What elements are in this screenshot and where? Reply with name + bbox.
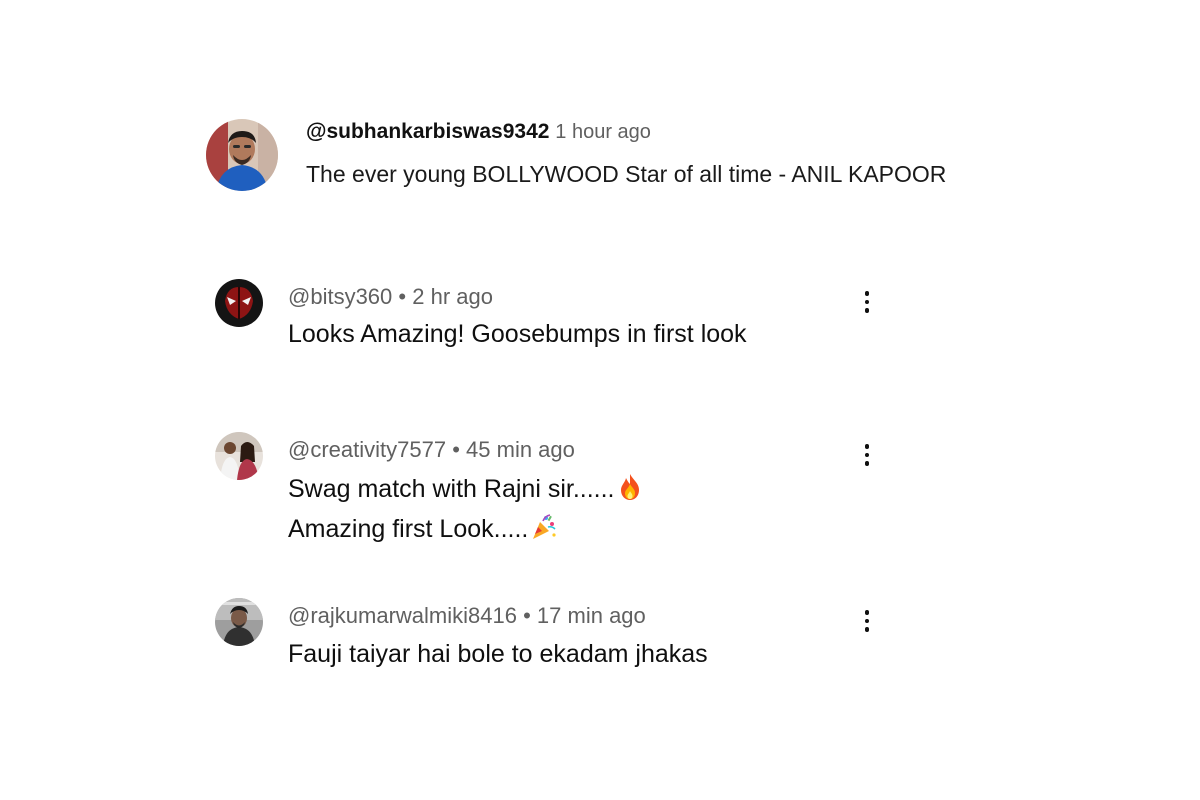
party-popper-emoji-icon (530, 513, 556, 541)
comment-line-2: Amazing first Look..... (288, 515, 529, 543)
comment-text: Looks Amazing! Goosebumps in first look (288, 320, 747, 348)
comment-timestamp[interactable]: 45 min ago (466, 437, 575, 462)
meta-separator: • (398, 284, 407, 309)
comment-author-handle[interactable]: @creativity7577 (288, 437, 446, 462)
kebab-dot (864, 618, 870, 624)
kebab-dot (864, 610, 870, 615)
comment-text-line: Amazing first Look..... (288, 513, 556, 544)
kebab-dot (864, 452, 870, 458)
comment-author-handle[interactable]: @bitsy360 (288, 284, 392, 309)
meta-separator: • (452, 437, 460, 462)
user-avatar[interactable] (206, 119, 278, 191)
comment-meta: @rajkumarwalmiki8416 • 17 min ago (288, 603, 646, 629)
fire-emoji-icon (617, 473, 643, 501)
more-vert-icon[interactable] (855, 440, 879, 470)
user-avatar[interactable] (215, 598, 263, 646)
more-vert-icon[interactable] (855, 606, 879, 636)
kebab-dot (864, 627, 870, 632)
comment-timestamp[interactable]: 1 hour ago (555, 121, 651, 143)
kebab-dot (864, 291, 870, 296)
user-avatar[interactable] (215, 279, 263, 327)
user-avatar[interactable] (215, 432, 263, 480)
comment-author-handle[interactable]: @rajkumarwalmiki8416 (288, 603, 517, 628)
comment-meta: @subhankarbiswas9342 1 hour ago (306, 120, 651, 144)
kebab-dot (864, 299, 870, 305)
more-vert-icon[interactable] (855, 287, 879, 317)
comment-timestamp[interactable]: 17 min ago (537, 603, 646, 628)
comment-text-line: Swag match with Rajni sir...... (288, 473, 643, 504)
comment-meta: @creativity7577 • 45 min ago (288, 437, 575, 463)
comment-timestamp[interactable]: 2 hr ago (412, 284, 493, 309)
comment-meta: @bitsy360 • 2 hr ago (288, 284, 493, 310)
comment-author-handle[interactable]: @subhankarbiswas9342 (306, 120, 549, 143)
comment-text: The ever young BOLLYWOOD Star of all tim… (306, 161, 947, 187)
kebab-dot (864, 444, 870, 449)
kebab-dot (864, 308, 870, 313)
comment-line-1: Swag match with Rajni sir...... (288, 475, 615, 503)
kebab-dot (864, 461, 870, 466)
comment-text: Fauji taiyar hai bole to ekadam jhakas (288, 640, 708, 668)
meta-separator: • (523, 603, 531, 628)
